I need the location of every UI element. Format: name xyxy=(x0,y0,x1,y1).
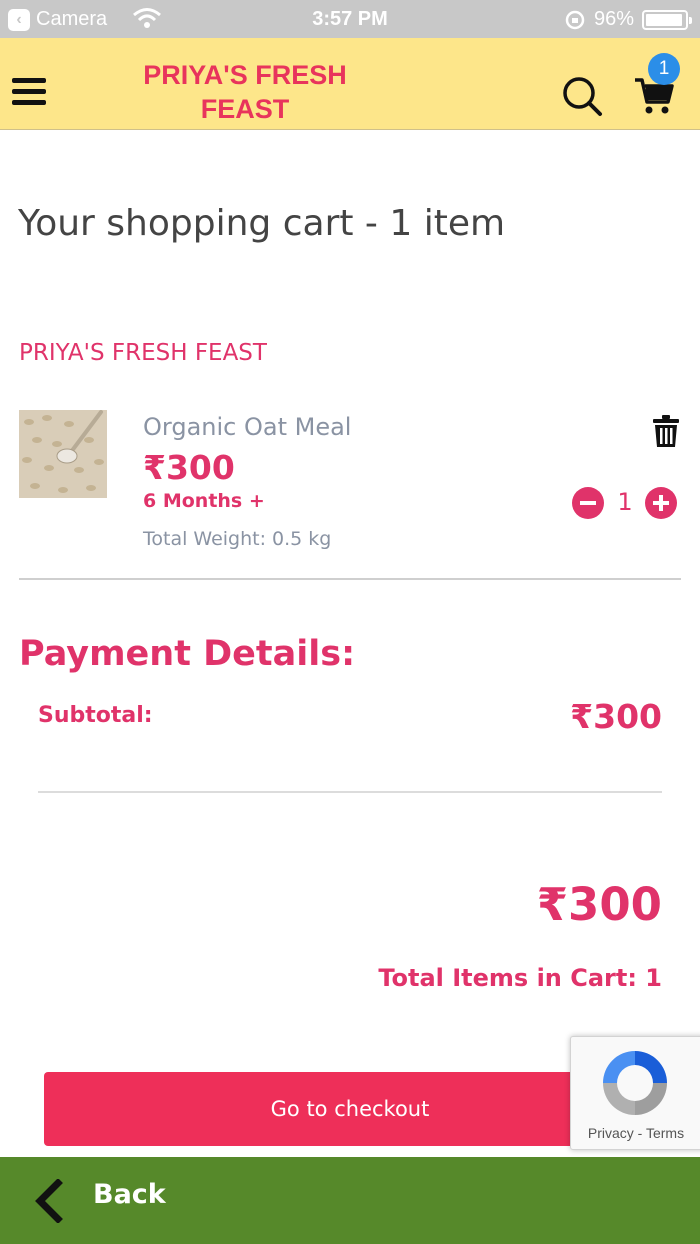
orientation-lock-icon xyxy=(565,10,585,29)
brand-logo[interactable]: PRIYA'S FRESH FEAST xyxy=(120,58,370,126)
search-icon[interactable] xyxy=(560,74,604,118)
cart-count-badge: 1 xyxy=(648,53,680,85)
product-weight: Total Weight: 0.5 kg xyxy=(143,528,332,550)
recaptcha-badge[interactable]: Privacy - Terms xyxy=(570,1036,700,1150)
product-image[interactable] xyxy=(19,410,107,498)
payment-details-title: Payment Details: xyxy=(19,634,356,674)
back-label: Back xyxy=(93,1179,166,1210)
subtotal-value: ₹300 xyxy=(570,697,662,736)
divider xyxy=(19,578,681,580)
back-bar[interactable]: Back xyxy=(0,1157,700,1244)
status-bar: ‹ Camera 3:57 PM 96% xyxy=(0,0,700,38)
store-name: PRIYA'S FRESH FEAST xyxy=(19,340,267,366)
product-age-range: 6 Months + xyxy=(143,490,265,512)
total-items-count: Total Items in Cart: 1 xyxy=(378,964,662,992)
recaptcha-icon xyxy=(603,1051,667,1115)
page-title: Your shopping cart - 1 item xyxy=(18,203,506,244)
checkout-button[interactable]: Go to checkout xyxy=(44,1072,656,1146)
decrease-quantity-button[interactable] xyxy=(572,487,604,519)
subtotal-label: Subtotal: xyxy=(38,703,153,728)
chevron-left-icon xyxy=(35,1179,63,1223)
brand-line-1: PRIYA'S FRESH xyxy=(143,60,347,90)
total-value: ₹300 xyxy=(536,878,662,931)
menu-icon[interactable] xyxy=(12,78,46,106)
increase-quantity-button[interactable] xyxy=(645,487,677,519)
recaptcha-links[interactable]: Privacy - Terms xyxy=(571,1125,700,1141)
app-header: PRIYA'S FRESH FEAST xyxy=(0,38,700,130)
trash-icon[interactable] xyxy=(653,415,679,447)
product-name[interactable]: Organic Oat Meal xyxy=(143,413,351,441)
battery-icon xyxy=(642,9,692,30)
brand-line-2: FEAST xyxy=(200,94,290,124)
product-price: ₹300 xyxy=(143,448,235,487)
quantity-value: 1 xyxy=(617,488,633,516)
divider xyxy=(38,791,662,793)
battery-percent: 96% xyxy=(593,8,634,30)
